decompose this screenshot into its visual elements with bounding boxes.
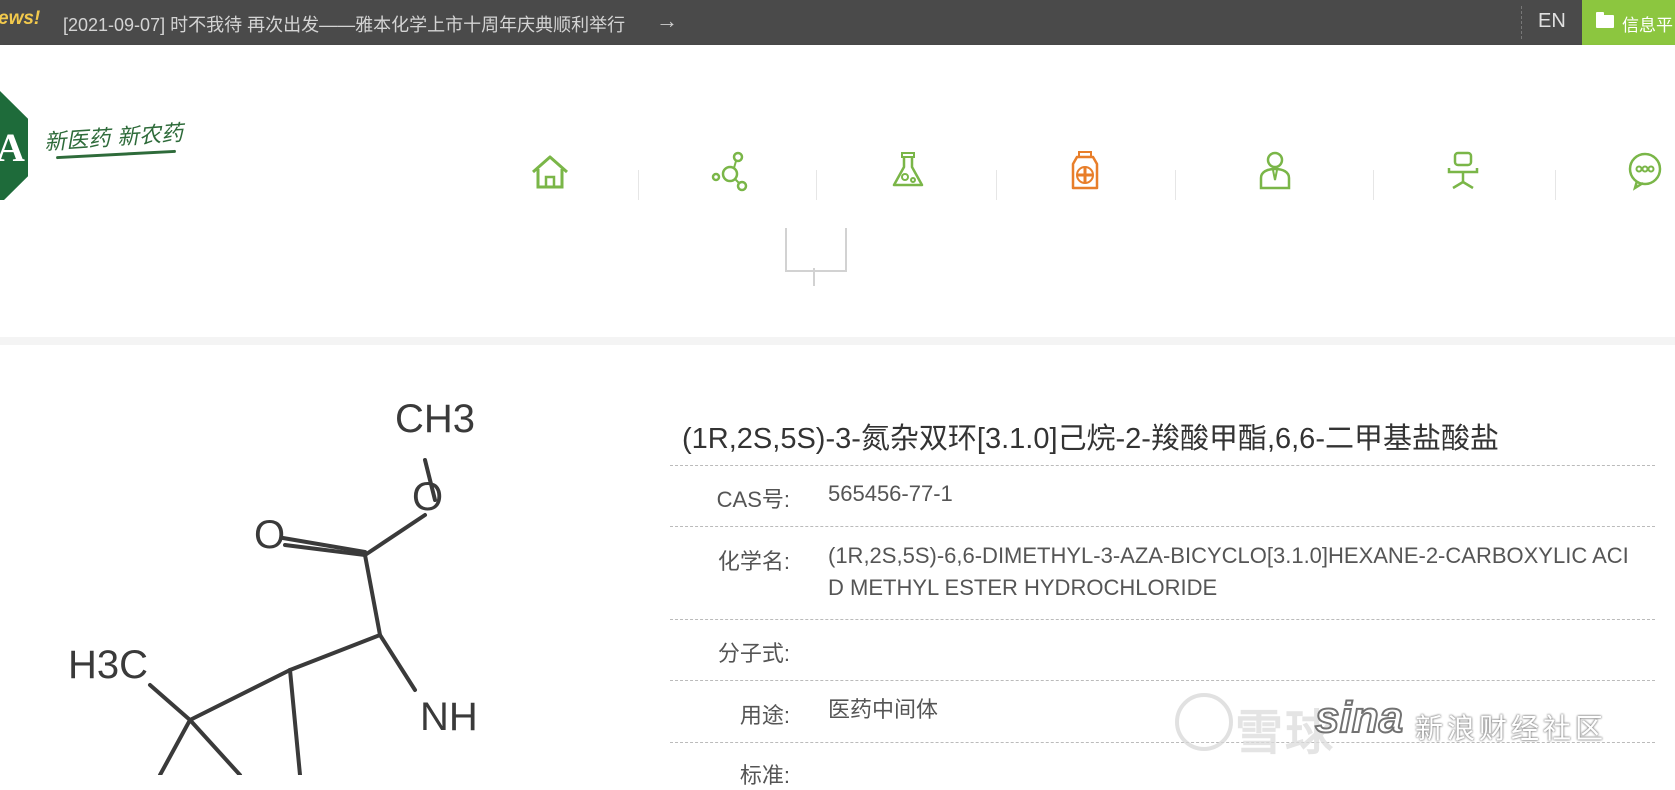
structure-label-ch3: CH3 bbox=[395, 397, 475, 441]
snowball-logo-icon bbox=[1175, 693, 1233, 751]
spec-value-chemical-name: (1R,2S,5S)-6,6-DIMETHYL-3-AZA-BICYCLO[3.… bbox=[828, 543, 1629, 600]
folder-icon bbox=[1596, 12, 1614, 28]
spec-label-formula: 分子式: bbox=[717, 641, 790, 666]
site-header: A 新医药 新农药 首页 关于雅本 bbox=[0, 45, 1675, 222]
structure-label-o-ester: O bbox=[412, 475, 443, 519]
molecule-icon bbox=[711, 151, 748, 192]
spec-divider bbox=[670, 680, 1655, 681]
watermark-community-text: 新浪财经社区 bbox=[1415, 713, 1608, 744]
spec-value-cas: 565456-77-1 bbox=[828, 481, 953, 506]
watermark: 雪球 sina 新浪财经社区 bbox=[1175, 685, 1675, 765]
info-platform-label: 信息平 bbox=[1622, 16, 1673, 35]
spec-divider bbox=[670, 465, 1655, 466]
office-chair-icon bbox=[1447, 151, 1479, 190]
medicine-bottle-icon bbox=[1071, 151, 1099, 190]
flask-icon bbox=[892, 152, 924, 187]
sina-logo: sina bbox=[1314, 692, 1404, 743]
structure-label-o-carbonyl: O bbox=[254, 513, 285, 557]
structure-label-h3c: H3C bbox=[68, 643, 148, 687]
spec-label-cas: CAS号: bbox=[716, 487, 790, 512]
arrow-right-icon[interactable]: → bbox=[656, 8, 678, 34]
spec-divider bbox=[670, 526, 1655, 527]
top-news-bar: ews! [2021-09-07] 时不我待 再次出发——雅本化学上市十周年庆典… bbox=[0, 0, 1675, 45]
chemical-structure-image: CH3 O O H3C NH bbox=[68, 397, 478, 775]
spec-label-usage: 用途: bbox=[739, 703, 790, 728]
spec-label-standard: 标准: bbox=[739, 763, 790, 788]
structure-label-nh: NH bbox=[420, 695, 478, 739]
info-platform-button[interactable]: 信息平 bbox=[1582, 0, 1675, 45]
section-divider bbox=[0, 337, 1675, 345]
bracket-decoration bbox=[785, 228, 847, 272]
spec-label-chemical-name: 化学名: bbox=[717, 549, 790, 574]
product-title: (1R,2S,5S)-3-氮杂双环[3.1.0]己烷-2-羧酸甲酯,6,6-二甲… bbox=[682, 423, 1499, 455]
news-tag: ews! bbox=[0, 8, 41, 29]
investor-icon bbox=[1259, 151, 1291, 190]
home-icon bbox=[532, 155, 568, 189]
bracket-tick bbox=[813, 268, 815, 286]
divider bbox=[1521, 6, 1522, 39]
news-link[interactable]: [2021-09-07] 时不我待 再次出发——雅本化学上市十周年庆典顺利举行 bbox=[63, 11, 625, 37]
spec-divider bbox=[670, 619, 1655, 620]
language-switch-en[interactable]: EN bbox=[1538, 10, 1566, 33]
chat-icon bbox=[1628, 152, 1662, 191]
